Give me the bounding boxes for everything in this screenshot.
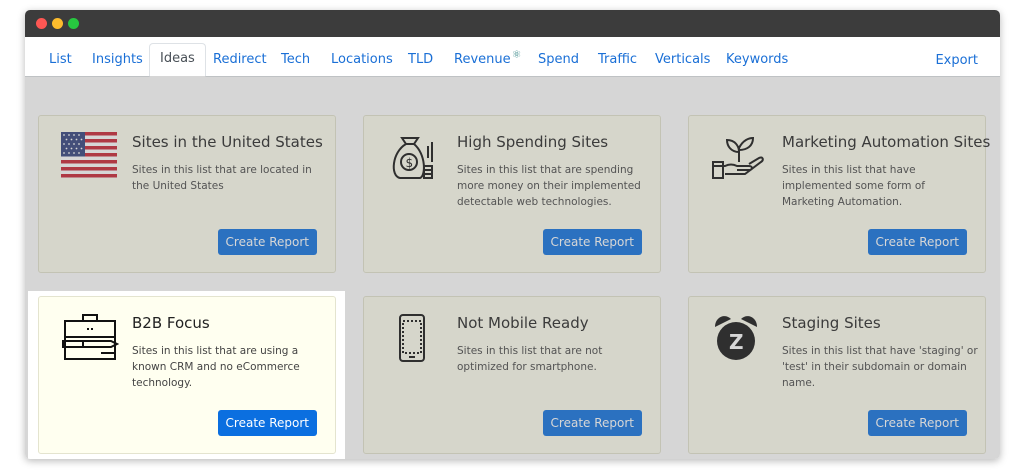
tab-tld[interactable]: TLD	[398, 47, 443, 76]
window-titlebar	[25, 10, 1000, 37]
tab-locations[interactable]: Locations	[321, 47, 403, 76]
browser-window: List Insights Ideas Redirect Tech Locati…	[25, 10, 1000, 459]
tab-bar: List Insights Ideas Redirect Tech Locati…	[25, 37, 1000, 77]
briefcase-icon	[61, 313, 120, 365]
card-description: Sites in this list that are using a know…	[132, 345, 300, 389]
tab-redirect[interactable]: Redirect	[203, 47, 277, 76]
tab-verticals[interactable]: Verticals	[645, 47, 720, 76]
tab-keywords[interactable]: Keywords	[716, 47, 798, 76]
export-link[interactable]: Export	[935, 53, 978, 68]
minimize-window-button[interactable]	[52, 18, 63, 29]
tab-traffic[interactable]: Traffic	[588, 47, 647, 76]
card-title: B2B Focus	[132, 314, 210, 332]
tab-revenue-label: Revenue	[454, 52, 511, 67]
maximize-window-button[interactable]	[68, 18, 79, 29]
tab-tech[interactable]: Tech	[271, 47, 320, 76]
tab-insights[interactable]: Insights	[82, 47, 153, 76]
create-report-button[interactable]: Create Report	[217, 410, 317, 436]
tab-spend[interactable]: Spend	[528, 47, 589, 76]
card-b2b-focus: B2B Focus Sites in this list that are us…	[38, 296, 336, 454]
tab-list[interactable]: List	[39, 47, 82, 76]
close-window-button[interactable]	[36, 18, 47, 29]
page-content: List Insights Ideas Redirect Tech Locati…	[25, 37, 1000, 459]
revenue-icon: ⚛	[511, 48, 522, 61]
tab-revenue[interactable]: Revenue⚛	[444, 47, 532, 76]
tab-ideas[interactable]: Ideas	[149, 43, 206, 77]
